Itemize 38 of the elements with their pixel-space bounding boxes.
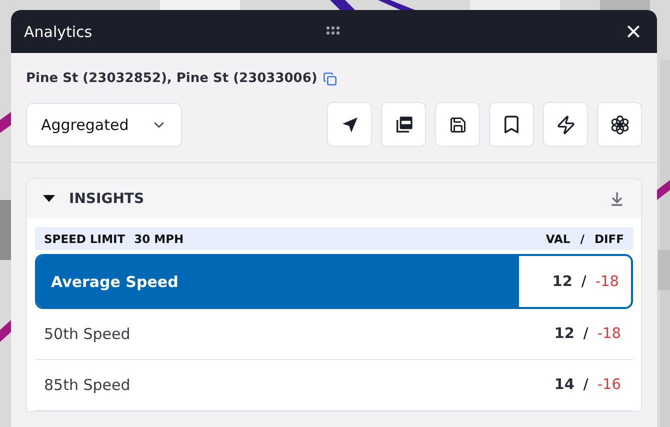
speed-limit-value: 30 MPH	[134, 232, 185, 246]
separator: /	[583, 377, 588, 393]
metric-diff: -18	[595, 274, 619, 290]
navigate-button[interactable]	[327, 102, 372, 147]
pdf-button[interactable]	[381, 102, 426, 147]
document-stack-icon	[394, 114, 414, 134]
knot-icon	[608, 114, 630, 136]
arrow-pointer-icon	[340, 114, 360, 134]
lightning-icon	[556, 114, 576, 134]
window-title: Analytics	[24, 22, 92, 40]
separator: /	[580, 232, 584, 246]
section-title: INSIGHTS	[69, 190, 146, 206]
metric-name: 85th Speed	[43, 375, 132, 396]
caret-icon[interactable]	[43, 194, 55, 202]
separator: /	[583, 326, 588, 342]
column-heading: VAL	[546, 232, 570, 246]
drag-handle-icon[interactable]	[326, 26, 340, 35]
metric-diff: -18	[597, 326, 621, 342]
copy-icon[interactable]	[323, 72, 338, 86]
metric-row[interactable]: 50th Speed 12 / -18	[35, 309, 633, 360]
metric-name: 50th Speed	[43, 324, 132, 345]
metric-name: Average Speed	[37, 256, 519, 307]
ai-button[interactable]	[597, 102, 642, 147]
flash-button[interactable]	[543, 102, 588, 147]
metric-row[interactable]: 85th Speed 14 / -16	[35, 360, 633, 411]
metric-value: 14	[554, 377, 574, 393]
download-button[interactable]	[609, 190, 625, 206]
column-heading: DIFF	[594, 232, 624, 246]
separator: /	[581, 274, 586, 290]
speed-limit-label: SPEED LIMIT	[44, 232, 126, 246]
metric-row[interactable]: Average Speed 12 / -18	[35, 254, 633, 309]
view-dropdown[interactable]: Aggregated	[26, 102, 182, 146]
save-button[interactable]	[435, 102, 480, 147]
metric-value: 12	[554, 326, 574, 342]
bookmark-button[interactable]	[489, 102, 534, 147]
metric-diff: -16	[597, 377, 621, 393]
metric-value: 12	[552, 274, 572, 290]
location-label: Pine St (23032852), Pine St (23033006)	[26, 71, 318, 86]
